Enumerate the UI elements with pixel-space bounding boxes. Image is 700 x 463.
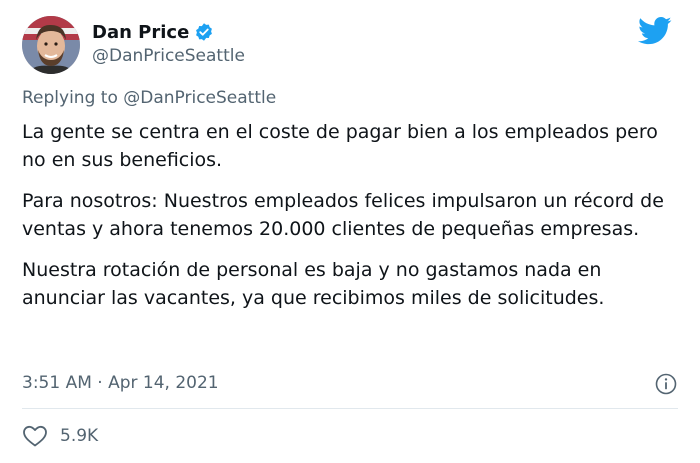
tweet-paragraph: La gente se centra en el coste de pagar …: [22, 121, 658, 171]
like-count: 5.9K: [60, 426, 99, 446]
replying-to: Replying to @DanPriceSeattle: [22, 88, 276, 108]
tweet-paragraph: Para nosotros: Nuestros empleados felice…: [22, 190, 664, 240]
verified-badge-icon: [194, 22, 214, 42]
replying-to-label: Replying to: [22, 88, 118, 108]
display-name[interactable]: Dan Price: [92, 22, 189, 43]
reply-handle-link[interactable]: @DanPriceSeattle: [123, 88, 276, 108]
user-handle[interactable]: @DanPriceSeattle: [92, 46, 245, 66]
avatar[interactable]: [22, 16, 80, 74]
tweet-body: La gente se centra en el coste de pagar …: [22, 118, 687, 325]
tweet-timestamp[interactable]: 3:51 AM · Apr 14, 2021: [22, 373, 219, 393]
name-row: Dan Price: [92, 20, 214, 44]
info-icon[interactable]: [654, 372, 678, 396]
tweet-card: Dan Price @DanPriceSeattle Replying to @…: [0, 0, 700, 463]
divider: [22, 408, 678, 409]
tweet-header: Dan Price @DanPriceSeattle: [22, 16, 682, 76]
heart-icon[interactable]: [22, 424, 48, 448]
twitter-bird-icon[interactable]: [638, 16, 672, 46]
tweet-paragraph: Nuestra rotación de personal es baja y n…: [22, 259, 605, 309]
like-action[interactable]: 5.9K: [22, 424, 98, 448]
